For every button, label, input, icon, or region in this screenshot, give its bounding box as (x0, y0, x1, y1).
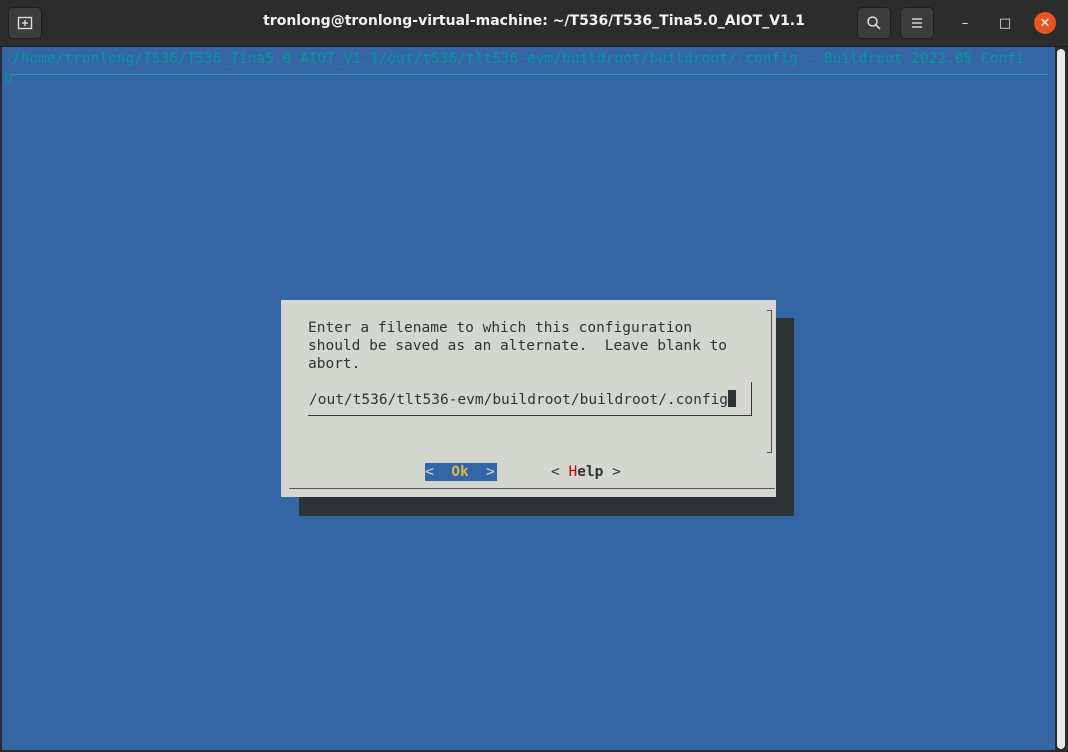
help-button-hotkey: H (568, 464, 578, 480)
help-button-left: < (551, 464, 569, 480)
search-icon (867, 16, 881, 30)
help-button[interactable]: < Help > (551, 463, 621, 481)
minimize-button[interactable]: – (954, 12, 976, 34)
new-tab-icon (17, 16, 33, 30)
filename-input[interactable]: /out/t536/tlt536-evm/buildroot/buildroot… (308, 382, 752, 416)
close-button[interactable]: ✕ (1034, 12, 1056, 34)
config-path-header: /home/tronlong/T536/T536_Tina5.0_AIOT_V1… (12, 51, 1025, 67)
ok-button-left: < (425, 464, 452, 480)
terminal-scrollbar[interactable] (1055, 47, 1068, 752)
terminal-view[interactable]: /home/tronlong/T536/T536_Tina5.0_AIOT_V1… (2, 47, 1055, 750)
ok-button-hotkey: O (451, 464, 460, 480)
maximize-icon: □ (998, 15, 1012, 31)
menu-button[interactable] (900, 7, 934, 39)
help-button-right: > (603, 464, 621, 480)
save-config-dialog: Enter a filename to which this configura… (281, 300, 776, 497)
window-titlebar: tronlong@tronlong-virtual-machine: ~/T53… (0, 0, 1068, 47)
help-button-rest: elp (577, 464, 604, 480)
dialog-frame-right (771, 310, 772, 452)
window-title: tronlong@tronlong-virtual-machine: ~/T53… (263, 13, 805, 29)
dialog-frame-bottom (289, 488, 775, 489)
dialog-frame-corner (767, 310, 772, 311)
ok-button[interactable]: < Ok > (425, 463, 497, 481)
close-icon: ✕ (1039, 15, 1051, 31)
dialog-frame-corner (767, 452, 772, 453)
hamburger-menu-icon (912, 18, 922, 28)
scrollbar-thumb[interactable] (1057, 49, 1065, 749)
search-button[interactable] (857, 7, 891, 39)
text-cursor (728, 390, 737, 407)
ok-button-rest: k (459, 464, 469, 480)
config-path-header-wrap: g (4, 69, 13, 85)
ok-button-right: > (468, 464, 495, 480)
maximize-button[interactable]: □ (994, 12, 1016, 34)
new-tab-button[interactable] (8, 7, 42, 39)
header-rule (12, 74, 1048, 75)
filename-input-value: /out/t536/tlt536-evm/buildroot/buildroot… (309, 392, 729, 408)
dialog-prompt: Enter a filename to which this configura… (308, 320, 728, 372)
minimize-icon: – (961, 15, 969, 31)
